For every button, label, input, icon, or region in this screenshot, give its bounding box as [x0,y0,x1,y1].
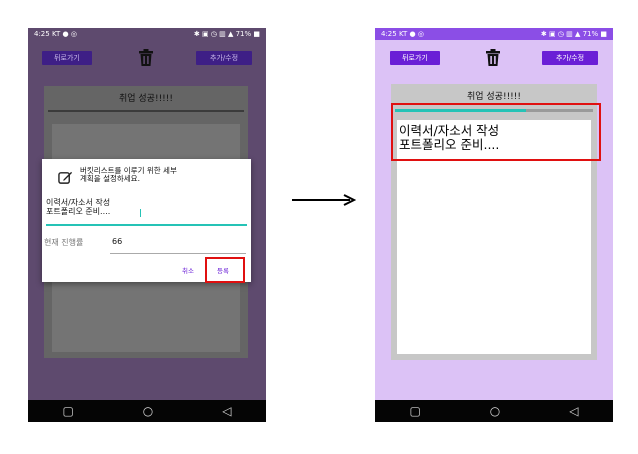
result-highlight [391,103,601,161]
add-edit-button[interactable]: 추가/수정 [542,51,598,65]
arrow-right-icon [292,194,356,206]
trash-icon[interactable] [483,48,503,68]
plan-input[interactable]: 이력서/자소서 작성 포트폴리오 준비.... [46,198,246,217]
progress-input[interactable]: 66 [112,237,122,246]
edit-icon [58,171,73,184]
back-button[interactable]: 뒤로가기 [42,51,92,65]
recent-apps-icon[interactable]: ▢ [409,404,420,418]
right-phone-screen: 4:25 KT ● ◎ ✱ ▣ ◷ ▥ ▲ 71% ■ 뒤로가기 추가/수정 취… [375,28,613,422]
nav-back-icon[interactable]: ◁ [222,404,231,418]
status-bar: 4:25 KT ● ◎ ✱ ▣ ◷ ▥ ▲ 71% ■ [375,28,613,40]
progress-input-underline [110,253,246,254]
nav-back-icon[interactable]: ◁ [569,404,578,418]
progress-label: 현재 진행률 [44,238,84,247]
recent-apps-icon[interactable]: ▢ [62,404,73,418]
trash-icon[interactable] [136,48,156,68]
home-icon[interactable]: ○ [490,404,500,418]
plan-input-underline [46,224,247,226]
system-nav-bar: ▢ ○ ◁ [375,400,613,422]
register-highlight [205,257,245,283]
status-bar: 4:25 KT ● ◎ ✱ ▣ ◷ ▥ ▲ 71% ■ [34,30,260,38]
text-cursor [140,209,141,217]
dialog-description: 버킷리스트를 이루기 위한 세부 계획을 설정하세요. [80,166,177,184]
system-nav-bar: ▢ ○ ◁ [28,400,266,422]
cancel-button[interactable]: 취소 [182,265,194,275]
add-edit-button[interactable]: 추가/수정 [196,51,252,65]
left-phone-screen: 4:25 KT ● ◎ ✱ ▣ ◷ ▥ ▲ 71% ■ 뒤로가기 추가/수정 취… [28,28,266,422]
back-button[interactable]: 뒤로가기 [390,51,440,65]
home-icon[interactable]: ○ [143,404,153,418]
card-divider [48,110,244,112]
card-title: 취업 성공!!!!! [118,93,174,104]
